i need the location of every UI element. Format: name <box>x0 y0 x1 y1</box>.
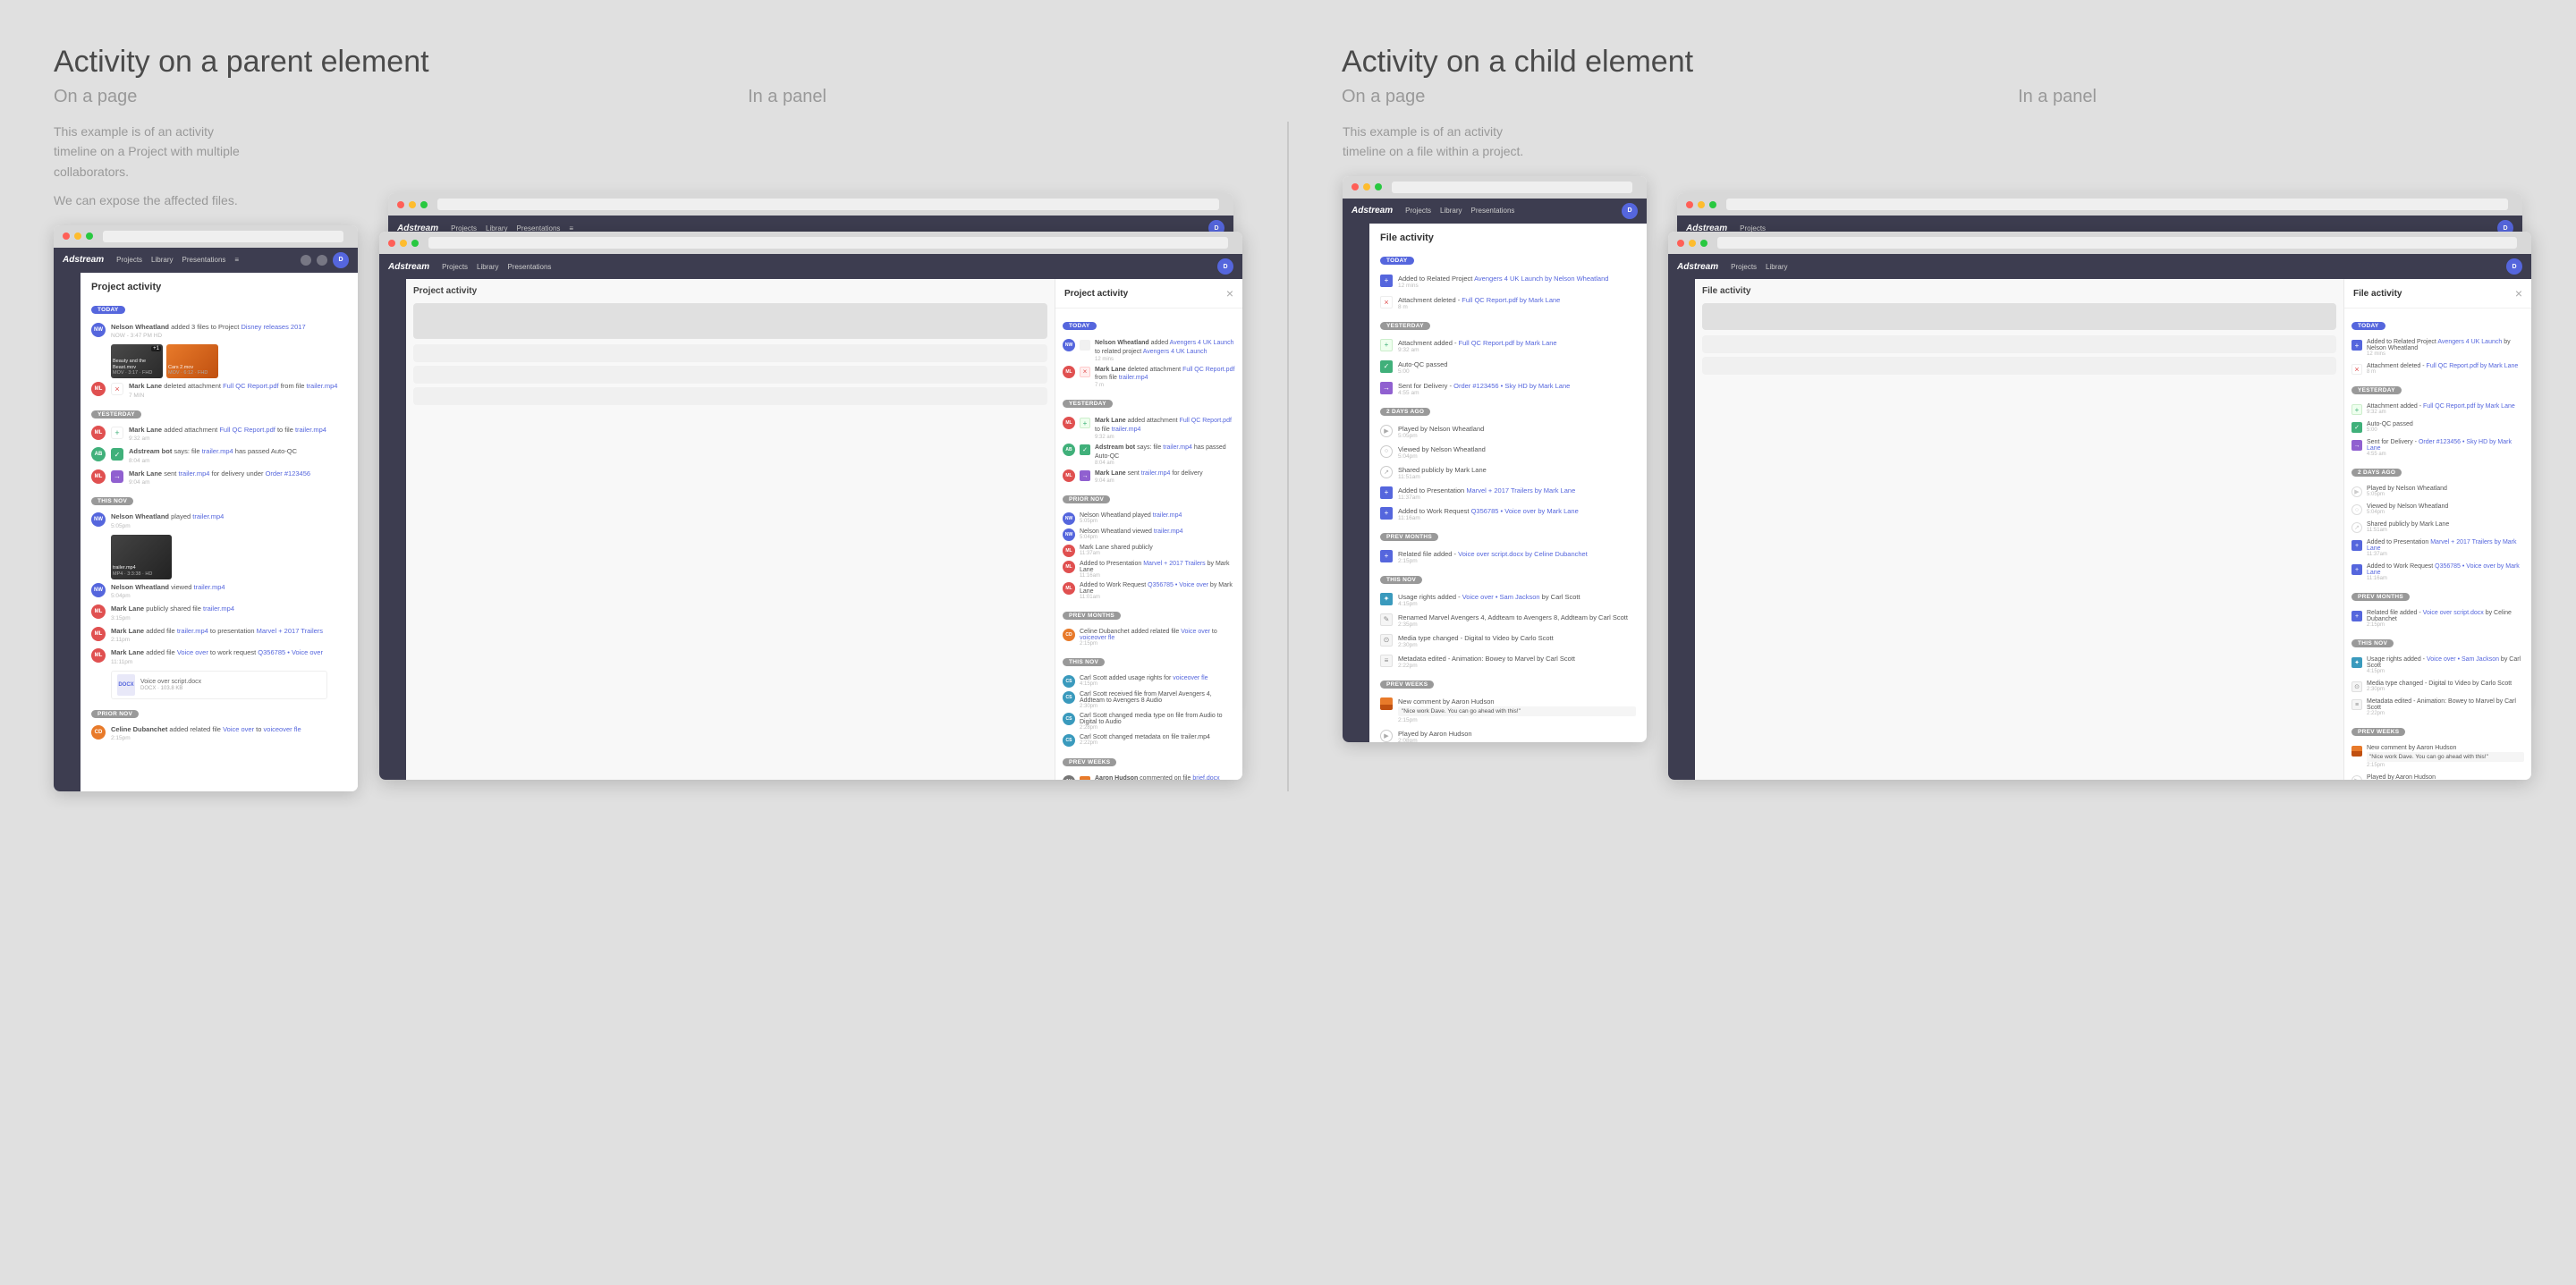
fa-panel-item-shared: ↗ Shared publicly by Mark Lane 11:51am <box>2344 520 2531 535</box>
file-item-viewed: ○ Viewed by Nelson Wheatland 5:04pm <box>1380 444 1636 461</box>
fa-panel-item-media: ⊙ Media type changed - Digital to Video … <box>2344 679 2531 694</box>
fa-panel-item-workreq: + Added to Work Request Q356785 • Voice … <box>2344 562 2531 583</box>
left-in-a-panel-label: In a panel <box>748 87 826 107</box>
project-activity-heading: Project activity <box>91 282 347 292</box>
file-item-delivery: → Sent for Delivery - Order #123456 • Sk… <box>1380 380 1636 398</box>
file-item-aaron-played: ▶ Played by Aaron Hudson 2:08pm <box>1380 728 1636 742</box>
trailer-thumb: trailer.mp4MP4 · 3:3:38 · HD <box>111 535 327 579</box>
fa-panel-item-delivery: → Sent for Delivery - Order #123456 • Sk… <box>2344 437 2531 459</box>
activity-item-bot: AB ✓ Adstream bot says: file trailer.mp4… <box>91 447 347 464</box>
fa-panel-item-aaron-played: ▶ Played by Aaron Hudson 2:08pm <box>2344 773 2531 780</box>
file-item-related-added: + Related file added - Voice over script… <box>1380 548 1636 566</box>
fa-panel-item-autoqc: ✓ Auto-QC passed 5:00 <box>2344 419 2531 435</box>
file-item-autoqc: ✓ Auto-QC passed 5:00 <box>1380 359 1636 376</box>
right-page-browser: Adstream Projects Library Presentations … <box>1343 176 1647 742</box>
left-on-a-page-label: On a page <box>54 87 340 107</box>
fa-panel-item-presentation: + Added to Presentation Marvel + 2017 Tr… <box>2344 537 2531 559</box>
panel-item-presentation: ML Added to Presentation Marvel + 2017 T… <box>1055 559 1242 580</box>
activity-item-nelson-today: NW Nelson Wheatland added 3 files to Pro… <box>91 323 347 340</box>
panel-item-nelson-viewed: NW Nelson Wheatland viewed trailer.mp4 5… <box>1055 527 1242 543</box>
panel-item-mark-sent: ML → Mark Lane sent trailer.mp4 for deli… <box>1055 468 1242 486</box>
right-in-a-panel-label: In a panel <box>2018 87 2097 107</box>
fa-panel-item-played: ▶ Played by Nelson Wheatland 5:05pm <box>2344 484 2531 499</box>
panel-close-icon[interactable]: × <box>1226 286 1233 300</box>
left-panel-browser-front: Adstream Projects Library Presentations … <box>379 232 1242 780</box>
right-on-a-page-label: On a page <box>1342 87 1592 107</box>
file-item-presentation: + Added to Presentation Marvel + 2017 Tr… <box>1380 485 1636 503</box>
file-activity-panel-title: File activity <box>2353 289 2402 299</box>
fa-panel-item-metadata: ≡ Metadata edited - Animation: Bowey to … <box>2344 697 2531 718</box>
panel-item-carl-media-type: CS Carl Scott changed media type on file… <box>1055 711 1242 732</box>
file-item-attach-added: + Attachment added - Full QC Report.pdf … <box>1380 337 1636 355</box>
panel-item-mark-del: ML × Mark Lane deleted attachment Full Q… <box>1055 364 1242 391</box>
file-activity-panel-close[interactable]: × <box>2515 286 2522 300</box>
panel-item-mark-add: ML + Mark Lane added attachment Full QC … <box>1055 415 1242 442</box>
activity-item-mark-public: ML Mark Lane publicly shared file traile… <box>91 604 347 621</box>
activity-item-mark-presentation: ML Mark Lane added file trailer.mp4 to p… <box>91 627 347 644</box>
left-page-browser: Adstream Projects Library Presentations … <box>54 225 358 791</box>
fa-panel-item-added: + Attachment added - Full QC Report.pdf … <box>2344 402 2531 417</box>
fa-panel-item-related: + Added to Related Project Avengers 4 UK… <box>2344 337 2531 359</box>
left-description: This example is of an activity timeline … <box>54 122 358 211</box>
panel-item-nelson-played: NW Nelson Wheatland played trailer.mp4 5… <box>1055 511 1242 527</box>
right-section-title: Activity on a child element <box>1342 45 2522 80</box>
activity-item-celine: CD Celine Dubanchet added related file V… <box>91 725 347 742</box>
right-description: This example is of an activity timeline … <box>1343 122 1647 162</box>
file-item-usage-rights: ✦ Usage rights added - Voice over • Sam … <box>1380 591 1636 609</box>
file-activity-heading: File activity <box>1380 232 1636 243</box>
file-item-workreq: + Added to Work Request Q356785 • Voice … <box>1380 505 1636 523</box>
panel-item-carl-received: CS Carl Scott received file from Marvel … <box>1055 689 1242 711</box>
panel-item-carl-usage: CS Carl Scott added usage rights for voi… <box>1055 673 1242 689</box>
panel-item-nelson: NW Nelson Wheatland added Avengers 4 UK … <box>1055 337 1242 364</box>
file-item-comment: New comment by Aaron Hudson "Nice work D… <box>1380 696 1636 725</box>
panel-item-workrequest: ML Added to Work Request Q356785 • Voice… <box>1055 580 1242 602</box>
file-item-attach-deleted: × Attachment deleted - Full QC Report.pd… <box>1380 294 1636 312</box>
panel-item-carl-metadata: CS Carl Scott changed metadata on file t… <box>1055 732 1242 748</box>
file-item-media-type: ⊙ Media type changed - Digital to Video … <box>1380 632 1636 650</box>
fa-panel-item-viewed: ○ Viewed by Nelson Wheatland 5:04pm <box>2344 502 2531 517</box>
panel-item-celine: CD Celine Dubanchet added related file V… <box>1055 627 1242 648</box>
panel-item-aaron-comment: AH Aaron Hudson commented on file brief.… <box>1055 774 1242 780</box>
voice-file-attach: DOCX Voice over script.docxDOCX · 103.8 … <box>111 671 327 699</box>
fa-panel-item-usage: ✦ Usage rights added - Voice over • Sam … <box>2344 655 2531 676</box>
activity-item-nelson-played: NW Nelson Wheatland played trailer.mp4 5… <box>91 512 347 529</box>
file-item-related-project: + Added to Related Project Avengers 4 UK… <box>1380 273 1636 291</box>
panel-item-mark-shared: ML Mark Lane shared publicly 11:37am <box>1055 543 1242 559</box>
left-section-title: Activity on a parent element <box>54 45 1234 80</box>
file-item-metadata: ≡ Metadata edited - Animation: Bowey to … <box>1380 653 1636 671</box>
activity-item-mark-sent: ML → Mark Lane sent trailer.mp4 for deli… <box>91 469 347 486</box>
fa-panel-item-deleted: × Attachment deleted - Full QC Report.pd… <box>2344 361 2531 376</box>
file-item-played: ▶ Played by Nelson Wheatland 5:05pm <box>1380 423 1636 441</box>
file-item-renamed: ✎ Renamed Marvel Avengers 4, Addteam to … <box>1380 612 1636 630</box>
activity-item-mark-voice: ML Mark Lane added file Voice over to wo… <box>91 648 347 665</box>
activity-item-mark-added: ML + Mark Lane added attachment Full QC … <box>91 426 347 443</box>
fa-panel-item-related-file: + Related file added - Voice over script… <box>2344 608 2531 630</box>
panel-item-bot: AB ✓ Adstream bot says: file trailer.mp4… <box>1055 442 1242 469</box>
fa-panel-item-comment: New comment by Aaron Hudson "Nice work D… <box>2344 743 2531 770</box>
activity-item-mark-deleted: ML × Mark Lane deleted attachment Full Q… <box>91 382 347 399</box>
media-thumbnails: Beauty and the Beast.movMOV · 3:17 · FHD… <box>111 344 327 378</box>
activity-item-nelson-viewed: NW Nelson Wheatland viewed trailer.mp4 5… <box>91 583 347 600</box>
file-item-shared: ↗ Shared publicly by Mark Lane 11:51am <box>1380 464 1636 482</box>
right-panel-browser-front: Adstream Projects Library D File activit… <box>1668 232 2531 780</box>
panel-title-project-activity: Project activity <box>1064 289 1128 299</box>
